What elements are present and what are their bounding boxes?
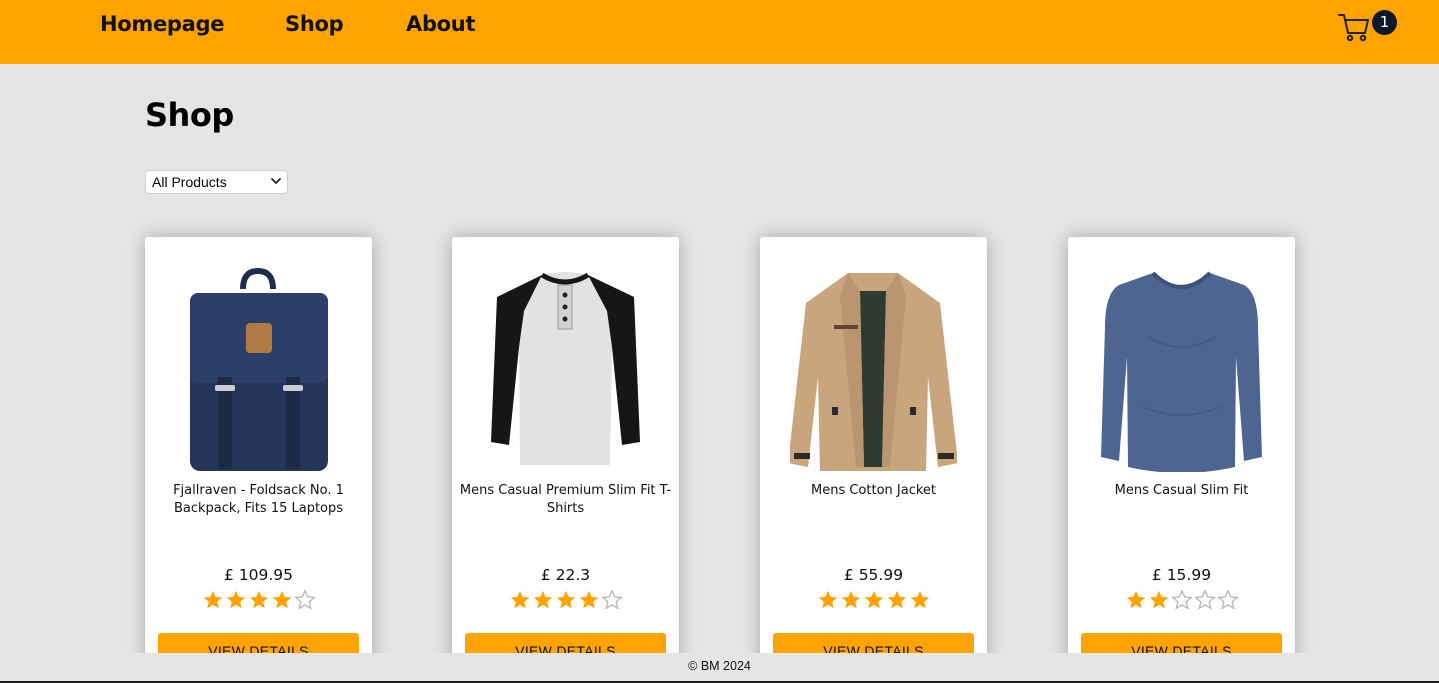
star-filled-icon [272, 590, 291, 609]
product-name: Mens Casual Premium Slim Fit T-Shirts [459, 483, 672, 516]
star-empty-icon [600, 589, 623, 610]
cart-count-badge: 1 [1372, 10, 1397, 35]
product-name: Mens Casual Slim Fit [1114, 483, 1249, 498]
view-details-button[interactable]: VIEW DETAILS [773, 633, 974, 653]
product-card[interactable]: Mens Casual Premium Slim Fit T-Shirts £ … [452, 237, 679, 653]
star-empty-icon [293, 589, 316, 610]
star-filled-icon [1149, 590, 1168, 609]
star-filled-icon [841, 590, 860, 609]
nav-link-shop[interactable]: Shop [285, 12, 344, 36]
product-card[interactable]: Fjallraven - Foldsack No. 1 Backpack, Fi… [145, 237, 372, 653]
star-filled-icon [226, 590, 245, 609]
product-image-backpack [190, 267, 328, 471]
product-name: Mens Cotton Jacket [810, 483, 937, 498]
footer-copyright: © BM 2024 [688, 659, 751, 673]
product-price: £ 109.95 [223, 566, 294, 584]
product-grid: Fjallraven - Foldsack No. 1 Backpack, Fi… [0, 64, 1439, 653]
nav-link-about[interactable]: About [406, 12, 476, 36]
star-filled-icon [203, 590, 222, 609]
product-rating [760, 589, 987, 613]
star-filled-icon [579, 590, 598, 609]
star-filled-icon [887, 590, 906, 609]
star-empty-icon [1170, 589, 1193, 610]
product-rating [145, 589, 372, 613]
star-empty-icon [1193, 589, 1216, 610]
shopping-cart-icon[interactable] [1337, 10, 1371, 44]
product-image-tshirt [491, 272, 640, 465]
product-price: £ 15.99 [1151, 566, 1212, 584]
product-card[interactable]: Mens Cotton Jacket £ 55.99 VIEW DETAILS [760, 237, 987, 653]
star-filled-icon [818, 590, 837, 609]
product-rating [1068, 589, 1295, 613]
star-empty-icon [1216, 589, 1239, 610]
star-filled-icon [556, 590, 575, 609]
star-filled-icon [510, 590, 529, 609]
star-filled-icon [910, 590, 929, 609]
view-details-button[interactable]: VIEW DETAILS [465, 633, 666, 653]
star-filled-icon [533, 590, 552, 609]
product-image-longsleeve [1101, 271, 1262, 472]
view-details-button[interactable]: VIEW DETAILS [1081, 633, 1282, 653]
product-rating [452, 589, 679, 613]
view-details-button[interactable]: VIEW DETAILS [158, 633, 359, 653]
product-name: Fjallraven - Foldsack No. 1 Backpack, Fi… [173, 483, 344, 516]
product-price: £ 22.3 [540, 566, 591, 584]
top-navigation-bar: Homepage Shop About 1 [0, 0, 1439, 64]
star-filled-icon [1126, 590, 1145, 609]
footer: © BM 2024 [0, 653, 1439, 681]
star-filled-icon [249, 590, 268, 609]
product-price: £ 55.99 [843, 566, 904, 584]
product-card[interactable]: Mens Casual Slim Fit £ 15.99 VIEW DETAIL… [1068, 237, 1295, 653]
star-filled-icon [864, 590, 883, 609]
product-image-jacket [790, 273, 957, 471]
nav-link-homepage[interactable]: Homepage [100, 12, 225, 36]
